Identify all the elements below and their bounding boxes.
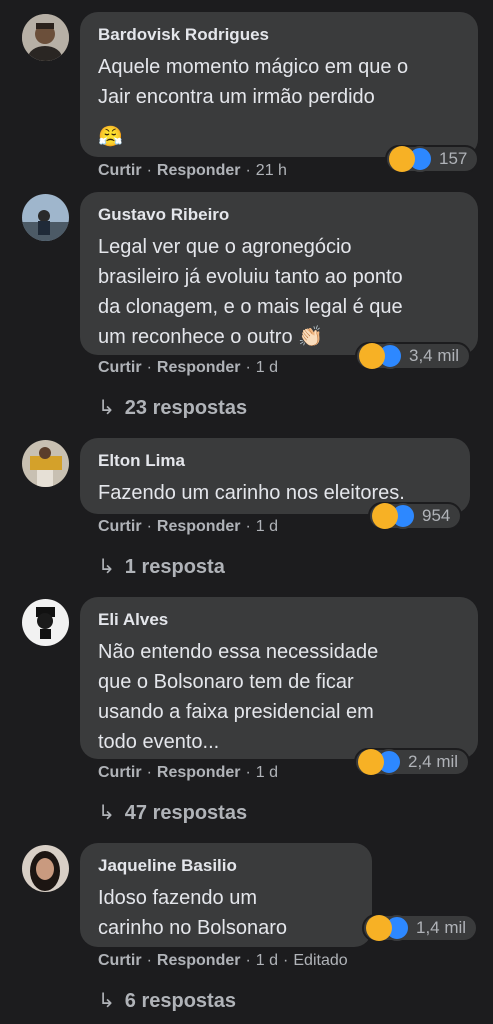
comment-text: Idoso fazendo um carinho no Bolsonaro — [98, 887, 288, 939]
reply-link[interactable]: Responder — [157, 162, 241, 179]
avatar[interactable] — [22, 194, 69, 241]
edited-label[interactable]: Editado — [293, 952, 347, 969]
author-name[interactable]: Bardovisk Rodrigues — [98, 24, 460, 46]
haha-icon — [358, 749, 384, 775]
avatar[interactable] — [22, 845, 69, 892]
reaction-count: 157 — [439, 149, 468, 168]
view-replies-link[interactable]: ↳ 1 resposta — [98, 554, 225, 579]
comment-bubble: Gustavo Ribeiro Legal ver que o agronegó… — [80, 192, 478, 355]
view-replies-link[interactable]: ↳ 23 respostas — [98, 395, 247, 420]
timestamp[interactable]: 1 d — [256, 764, 278, 781]
reaction-summary[interactable]: 157 — [385, 145, 480, 173]
comment-actions: Curtir · Responder · 1 d — [98, 518, 279, 535]
haha-icon — [366, 915, 392, 941]
view-replies-link[interactable]: ↳ 6 respostas — [98, 988, 236, 1013]
author-name[interactable]: Elton Lima — [98, 450, 452, 472]
comment-actions: Curtir · Responder · 1 d — [98, 359, 279, 376]
reaction-summary[interactable]: 2,4 mil — [354, 748, 471, 776]
comment-text: Aquele momento mágico em que o Jair enco… — [98, 52, 460, 152]
reaction-count: 954 — [422, 506, 451, 525]
comment-actions: Curtir · Responder · 21 h — [98, 162, 287, 179]
comment-bubble: Eli Alves Não entendo essa necessidade q… — [80, 597, 478, 759]
haha-icon — [372, 503, 398, 529]
timestamp[interactable]: 1 d — [256, 952, 278, 969]
comment-text: Legal ver que o agronegócio brasileiro j… — [98, 236, 403, 348]
like-link[interactable]: Curtir — [98, 162, 142, 179]
avatar[interactable] — [22, 599, 69, 646]
reply-arrow-icon: ↳ — [98, 990, 115, 1012]
timestamp[interactable]: 1 d — [256, 359, 278, 376]
haha-icon — [359, 343, 385, 369]
like-link[interactable]: Curtir — [98, 952, 142, 969]
reaction-summary[interactable]: 3,4 mil — [355, 342, 472, 370]
reply-arrow-icon: ↳ — [98, 397, 115, 419]
reply-link[interactable]: Responder — [157, 359, 241, 376]
author-name[interactable]: Gustavo Ribeiro — [98, 204, 460, 226]
comment-actions: Curtir · Responder · 1 d — [98, 764, 279, 781]
reaction-summary[interactable]: 954 — [368, 502, 463, 530]
like-link[interactable]: Curtir — [98, 359, 142, 376]
like-link[interactable]: Curtir — [98, 764, 142, 781]
author-name[interactable]: Eli Alves — [98, 609, 460, 631]
comment-actions: Curtir · Responder · 1 d · Editado — [98, 952, 348, 969]
timestamp[interactable]: 1 d — [256, 518, 278, 535]
reaction-count: 2,4 mil — [408, 752, 459, 771]
reply-arrow-icon: ↳ — [98, 556, 115, 578]
avatar[interactable] — [22, 14, 69, 61]
haha-icon — [389, 146, 415, 172]
reply-arrow-icon: ↳ — [98, 802, 115, 824]
reaction-summary[interactable]: 1,4 mil — [362, 914, 479, 942]
timestamp[interactable]: 21 h — [256, 162, 287, 179]
reply-link[interactable]: Responder — [157, 952, 241, 969]
reply-link[interactable]: Responder — [157, 764, 241, 781]
avatar[interactable] — [22, 440, 69, 487]
comment-text: Não entendo essa necessidade que o Bolso… — [98, 641, 379, 753]
view-replies-link[interactable]: ↳ 47 respostas — [98, 800, 247, 825]
reply-link[interactable]: Responder — [157, 518, 241, 535]
comment-bubble: Bardovisk Rodrigues Aquele momento mágic… — [80, 12, 478, 157]
reaction-count: 1,4 mil — [416, 918, 467, 937]
like-link[interactable]: Curtir — [98, 518, 142, 535]
reaction-count: 3,4 mil — [409, 346, 460, 365]
comment-bubble: Jaqueline Basilio Idoso fazendo um carin… — [80, 843, 372, 947]
author-name[interactable]: Jaqueline Basilio — [98, 855, 354, 877]
